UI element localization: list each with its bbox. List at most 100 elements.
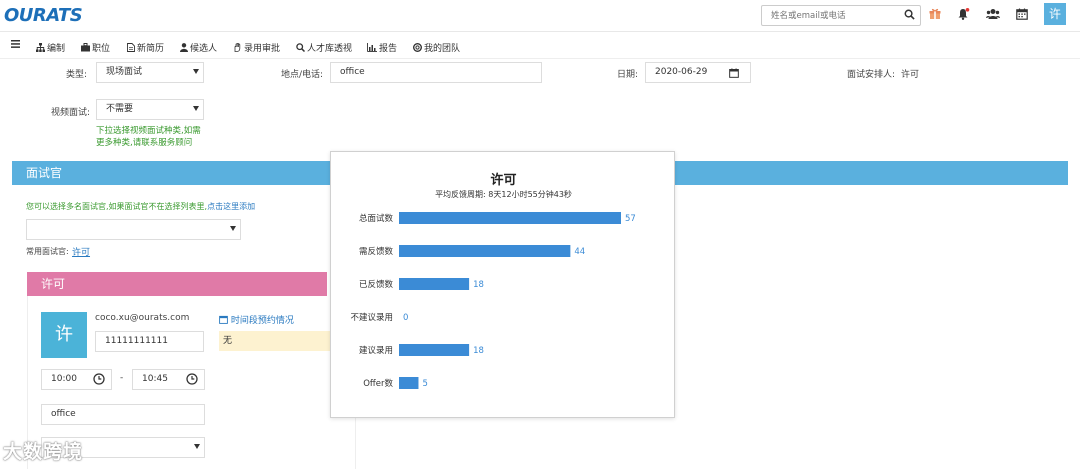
arranger-value: 许可 bbox=[901, 70, 920, 80]
interviewer-stats-popover: 许可 平均反馈周期: 8天12小时55分钟43秒 总面试数 57 需反馈数 44 已反馈… bbox=[330, 151, 675, 418]
schedule-status: 无 bbox=[219, 331, 330, 351]
top-bar: OURATS 许 bbox=[0, 0, 1080, 32]
category-label: 已反馈数 bbox=[359, 279, 394, 290]
bar bbox=[399, 344, 470, 356]
gift-icon[interactable] bbox=[929, 8, 941, 23]
bell-icon[interactable] bbox=[957, 8, 970, 23]
watermark: 大数跨境 bbox=[3, 441, 84, 463]
interview-location-input[interactable]: office bbox=[41, 404, 205, 425]
location-value: office bbox=[340, 67, 365, 77]
clock-icon[interactable] bbox=[186, 373, 198, 393]
end-time-input[interactable]: 10:45 bbox=[132, 369, 205, 390]
category-label: 不建议录用 bbox=[350, 312, 393, 323]
nav-label: 报告 bbox=[379, 44, 398, 54]
person-icon bbox=[180, 43, 188, 52]
bar bbox=[399, 377, 419, 389]
category-label: Offer数 bbox=[363, 378, 393, 389]
interviewer-card-header: 许可 bbox=[27, 272, 327, 296]
type-label: 类型: bbox=[66, 70, 88, 80]
calendar-icon[interactable] bbox=[729, 67, 739, 86]
start-time-input[interactable]: 10:00 bbox=[41, 369, 112, 390]
section-title: 面试官 bbox=[26, 166, 63, 180]
common-interviewer-label: 常用面试官: bbox=[26, 247, 69, 256]
nav-label: 候选人 bbox=[190, 44, 218, 54]
stats-bar-chart: 总面试数 57 需反馈数 44 已反馈数 18 不建议录用 0 建议录用 18 Offer数 5 bbox=[350, 212, 636, 389]
nav-item-candidates[interactable]: 候选人 bbox=[180, 41, 217, 54]
value-label: 57 bbox=[625, 214, 636, 224]
time-separator: - bbox=[120, 373, 124, 383]
nav-label: 编制 bbox=[47, 44, 66, 54]
value-label: 18 bbox=[473, 280, 484, 290]
bar bbox=[399, 278, 470, 290]
schedule-link[interactable]: 时间段预约情况 bbox=[219, 313, 294, 326]
hand-icon bbox=[234, 42, 241, 52]
interviewer-email: coco.xu@ourats.com bbox=[95, 313, 190, 323]
interviewer-phone-input[interactable]: 11111111111 bbox=[95, 331, 204, 352]
location-input[interactable]: office bbox=[330, 62, 542, 83]
app-logo[interactable]: OURATS bbox=[4, 5, 83, 26]
bar bbox=[399, 245, 571, 257]
nav-label: 新简历 bbox=[137, 44, 165, 54]
org-chart-icon bbox=[36, 43, 45, 52]
value-label: 44 bbox=[574, 247, 585, 257]
calendar-icon bbox=[219, 315, 228, 324]
date-label: 日期: bbox=[617, 70, 639, 80]
common-interviewer-link[interactable]: 许可 bbox=[72, 245, 90, 258]
category-label: 需反馈数 bbox=[359, 246, 394, 257]
search-icon[interactable] bbox=[904, 9, 915, 23]
search-box[interactable] bbox=[761, 5, 921, 26]
date-input[interactable]: 2020-06-29 bbox=[645, 62, 751, 83]
nav-item-my-team[interactable]: 我的团队 bbox=[413, 41, 460, 54]
chevron-down-icon bbox=[230, 226, 236, 231]
value-label: 18 bbox=[473, 346, 484, 356]
document-icon bbox=[127, 43, 135, 52]
phone-value: 11111111111 bbox=[105, 336, 168, 346]
nav-item-new-resume[interactable]: 新简历 bbox=[127, 41, 164, 54]
nav-item-jobs[interactable]: 职位 bbox=[81, 41, 110, 54]
nav-label: 职位 bbox=[92, 44, 111, 54]
category-label: 建议录用 bbox=[359, 345, 393, 356]
search-icon bbox=[296, 43, 306, 53]
nav-item-reports[interactable]: 报告 bbox=[367, 41, 397, 54]
briefcase-icon bbox=[81, 43, 90, 52]
team-icon[interactable] bbox=[986, 8, 1000, 23]
interviewer-select[interactable] bbox=[26, 219, 241, 240]
clock-icon[interactable] bbox=[93, 373, 105, 393]
add-interviewer-link[interactable]: 点击这里添加 bbox=[207, 202, 255, 211]
nav-item-talent-pool[interactable]: 人才库透视 bbox=[296, 41, 352, 54]
interviewer-hint: 您可以选择多名面试官,如果面试官不在选择列表里,点击这里添加 bbox=[26, 202, 256, 211]
interview-location-value: office bbox=[51, 409, 76, 419]
life-ring-icon bbox=[413, 43, 422, 52]
video-select[interactable]: 不需要 bbox=[96, 99, 204, 120]
bar bbox=[399, 212, 621, 224]
date-value: 2020-06-29 bbox=[655, 67, 708, 77]
interviewer-name: 许可 bbox=[41, 277, 66, 291]
end-time-value: 10:45 bbox=[142, 374, 168, 384]
menu-toggle-icon[interactable] bbox=[11, 40, 22, 50]
bar-chart-icon bbox=[367, 43, 377, 52]
video-select-value: 不需要 bbox=[106, 104, 134, 114]
chevron-down-icon bbox=[194, 444, 200, 449]
start-time-value: 10:00 bbox=[51, 374, 77, 384]
video-hint: 下拉选择视频面试种类,如需 更多种类,请联系服务顾问 bbox=[96, 126, 201, 148]
video-label: 视频面试: bbox=[51, 108, 91, 118]
chevron-down-icon bbox=[193, 69, 199, 74]
nav-label: 我的团队 bbox=[424, 44, 461, 54]
location-label: 地点/电话: bbox=[281, 70, 324, 80]
search-input[interactable] bbox=[762, 6, 902, 25]
arranger-label: 面试安排人: bbox=[847, 70, 896, 80]
interviewer-avatar: 许 bbox=[41, 312, 87, 358]
chevron-down-icon bbox=[193, 106, 199, 111]
value-label: 5 bbox=[422, 379, 427, 389]
type-select-value: 现场面试 bbox=[106, 67, 143, 77]
type-select[interactable]: 现场面试 bbox=[96, 62, 204, 83]
calendar-icon[interactable] bbox=[1016, 8, 1028, 23]
nav-label: 人才库透视 bbox=[307, 44, 353, 54]
main-nav: 编制 职位 新简历 候选人 录用审批 人才库透视 报告 我的团队 bbox=[0, 32, 1080, 59]
user-avatar-button[interactable]: 许 bbox=[1044, 3, 1066, 25]
nav-item-approval[interactable]: 录用审批 bbox=[233, 41, 280, 54]
category-label: 总面试数 bbox=[359, 213, 394, 224]
value-label: 0 bbox=[403, 313, 408, 323]
nav-label: 录用审批 bbox=[244, 44, 281, 54]
nav-item-org[interactable]: 编制 bbox=[36, 41, 65, 54]
